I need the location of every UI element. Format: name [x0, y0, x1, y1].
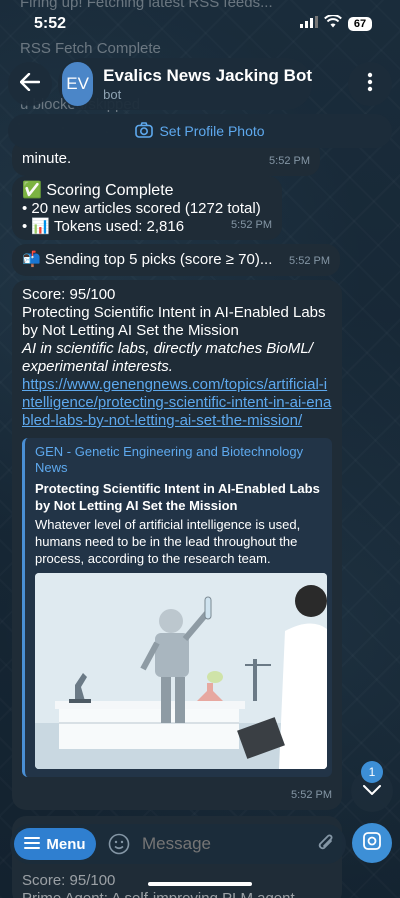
more-vertical-icon: [367, 72, 373, 97]
battery-indicator: 67: [348, 17, 372, 31]
paperclip-icon[interactable]: [316, 833, 336, 860]
message-composer: Menu: [10, 824, 346, 864]
status-time: 5:52: [34, 15, 67, 32]
home-indicator: [148, 882, 252, 886]
hamburger-icon: [24, 836, 41, 853]
message-title: ✅ Scoring Complete: [22, 182, 174, 199]
article-link[interactable]: https://www.genengnews.com/topics/artifi…: [22, 376, 332, 430]
message-text: 📬 Sending top 5 picks (score ≥ 70)...: [22, 251, 273, 268]
chat-header: EV Evalics News Jacking Bot bot: [8, 56, 392, 112]
article-title: Protecting Scientific Intent in AI-Enabl…: [22, 304, 326, 339]
wifi-icon: [324, 14, 342, 33]
back-button[interactable]: [8, 62, 52, 106]
message-text: minute.: [22, 150, 72, 167]
message-input[interactable]: [142, 834, 292, 854]
camera-button[interactable]: [352, 823, 392, 863]
article-score: Score: 95/100: [22, 872, 116, 889]
more-options-button[interactable]: [348, 62, 392, 106]
preview-title: Protecting Scientific Intent in AI-Enabl…: [35, 481, 320, 513]
bot-menu-button[interactable]: Menu: [14, 828, 96, 860]
preview-image[interactable]: [35, 573, 327, 769]
article-score: Score: 95/100: [22, 286, 116, 303]
chat-subtitle: bot: [103, 87, 122, 102]
chat-title-block: Evalics News Jacking Bot bot: [103, 66, 312, 102]
article-reason: AI in scientific labs, directly matches …: [22, 340, 313, 375]
bot-menu-label: Menu: [46, 835, 86, 853]
camera-icon: [135, 121, 154, 141]
status-bar: 5:52 67: [0, 0, 400, 48]
avatar: EV: [62, 62, 94, 106]
preview-description: Whatever level of artificial intelligenc…: [35, 517, 301, 566]
message-time: 5:52 PM: [291, 789, 332, 801]
message-time: 5:52 PM: [231, 219, 272, 231]
article-title: Prime Agent: A self-improving PLM agent: [22, 890, 332, 898]
unread-badge: 1: [361, 761, 383, 783]
chat-title-button[interactable]: EV Evalics News Jacking Bot bot: [58, 58, 312, 110]
preview-source: GEN - Genetic Engineering and Biotechnol…: [35, 444, 304, 475]
status-icons: 67: [300, 14, 372, 33]
set-profile-photo-label: Set Profile Photo: [159, 123, 265, 139]
chevron-down-icon: [363, 782, 381, 800]
chat-title: Evalics News Jacking Bot: [103, 66, 312, 85]
camera-icon: [362, 831, 382, 856]
link-preview[interactable]: GEN - Genetic Engineering and Biotechnol…: [22, 438, 332, 777]
message-bubble: 📬 Sending top 5 picks (score ≥ 70)... 5:…: [12, 244, 340, 276]
back-arrow-icon: [19, 72, 41, 96]
emoji-icon[interactable]: [108, 833, 130, 860]
article-message-bubble: Score: 95/100 Protecting Scientific Inte…: [12, 280, 342, 810]
signal-icon: [300, 15, 318, 33]
message-time: 5:52 PM: [289, 255, 330, 267]
set-profile-photo-button[interactable]: Set Profile Photo: [8, 114, 392, 148]
message-time: 5:52 PM: [269, 155, 310, 167]
message-bubble: ✅ Scoring Complete • 20 new articles sco…: [12, 176, 282, 240]
